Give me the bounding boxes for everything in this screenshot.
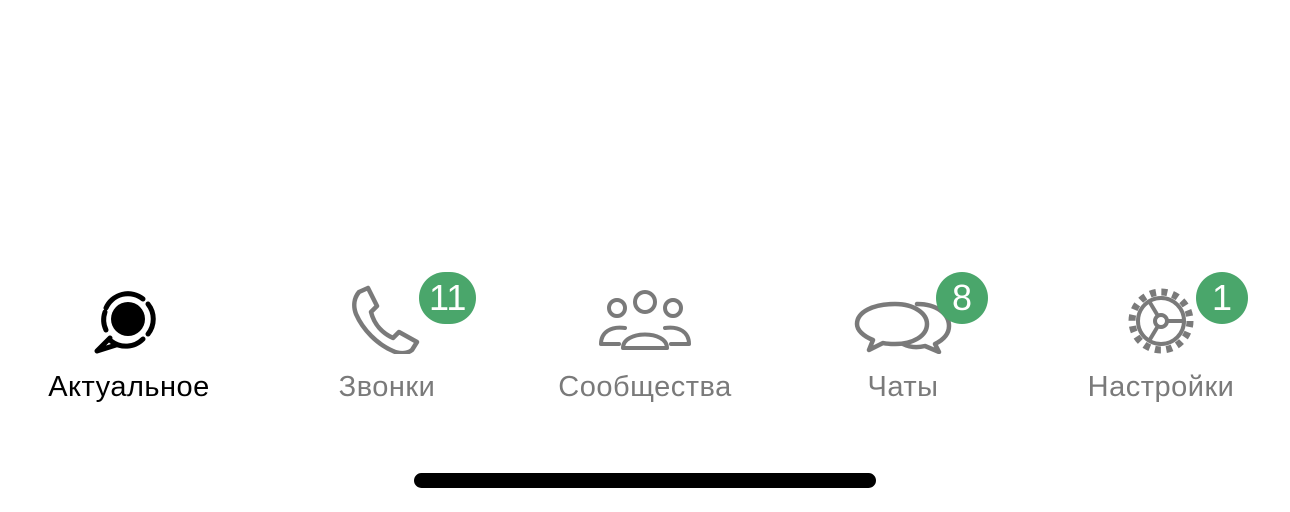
tab-calls[interactable]: Звонки 11 <box>258 270 516 410</box>
tab-updates-label: Актуальное <box>48 371 210 403</box>
tab-communities-label: Сообщества <box>558 371 732 403</box>
home-indicator[interactable] <box>414 473 876 488</box>
communities-icon <box>595 284 695 354</box>
tab-chats-label: Чаты <box>867 371 939 403</box>
bottom-tab-bar: Актуальное Звонки 11 Сообщества Чаты 8 Н… <box>0 270 1290 410</box>
tab-settings[interactable]: Настройки 1 <box>1032 270 1290 410</box>
settings-badge: 1 <box>1196 272 1248 324</box>
tab-chats[interactable]: Чаты 8 <box>774 270 1032 410</box>
tab-updates[interactable]: Актуальное <box>0 270 258 410</box>
tab-calls-label: Звонки <box>338 371 436 403</box>
chats-badge: 8 <box>936 272 988 324</box>
tab-settings-label: Настройки <box>1087 371 1235 403</box>
status-bubble-icon <box>79 284 179 354</box>
tab-communities[interactable]: Сообщества <box>516 270 774 410</box>
calls-badge: 11 <box>419 272 477 324</box>
